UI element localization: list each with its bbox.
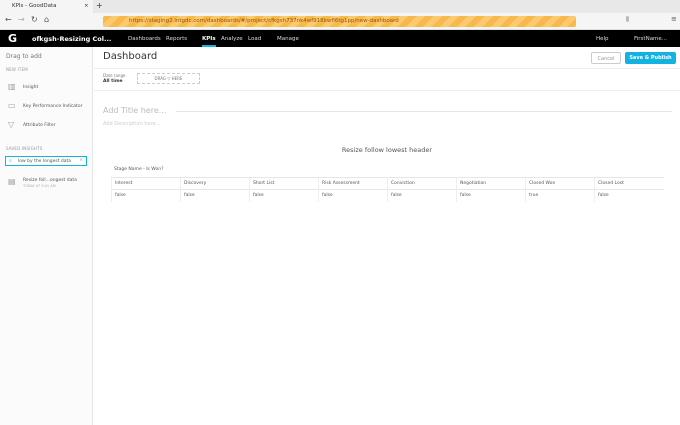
sidebar-item-insight[interactable]: Insight bbox=[23, 85, 38, 90]
url-input[interactable]: https://staging2.intgdc.com/dashboards/#… bbox=[103, 16, 576, 27]
home-icon[interactable]: ⌂ bbox=[44, 15, 49, 24]
browser-tab[interactable]: KPIs - GoodData × bbox=[0, 0, 93, 13]
column-header[interactable]: Closed Lost bbox=[594, 177, 664, 190]
reload-icon[interactable]: ↻ bbox=[31, 15, 38, 24]
table-cell: false bbox=[387, 189, 457, 202]
date-range-filter[interactable]: All time bbox=[103, 79, 123, 84]
column-header[interactable]: Discovery bbox=[180, 177, 250, 190]
gooddata-logo-icon[interactable]: G bbox=[8, 32, 17, 45]
description-input[interactable]: Add Description here... bbox=[103, 121, 160, 127]
nav-kpis[interactable]: KPIs bbox=[202, 36, 216, 47]
column-header[interactable]: Risk Assessment bbox=[318, 177, 388, 190]
sidebar-item-attribute-filter[interactable]: Attribute Filter bbox=[23, 123, 55, 128]
sidebar-title: Drag to add bbox=[6, 53, 42, 60]
nav-reports[interactable]: Reports bbox=[166, 36, 187, 42]
title-input[interactable]: Add Title here... bbox=[103, 106, 166, 115]
column-header[interactable]: Interest bbox=[111, 177, 181, 190]
table-cell: false bbox=[111, 189, 181, 202]
new-tab-icon[interactable]: + bbox=[96, 1, 103, 10]
project-selector[interactable]: ofkgsh-Resizing Col... bbox=[32, 35, 111, 43]
cancel-button[interactable]: Cancel bbox=[591, 52, 621, 64]
filter-drop-zone[interactable]: DRAG ▽ HERE bbox=[137, 73, 200, 84]
filter-icon: ▽ bbox=[8, 120, 15, 129]
column-header[interactable]: Closed Won bbox=[525, 177, 595, 190]
app-header: G ofkgsh-Resizing Col... Dashboards Repo… bbox=[0, 30, 680, 47]
nav-manage[interactable]: Manage bbox=[277, 36, 299, 42]
widget-title: Resize follow lowest header bbox=[341, 146, 433, 154]
user-menu[interactable]: FirstName... bbox=[634, 36, 667, 42]
sidebar-item-kpi[interactable]: Key Performance Indicator bbox=[23, 104, 82, 109]
header-row: Interest Discovery Short List Risk Assessme… bbox=[111, 177, 664, 190]
sidebar: Drag to add NEW ITEM ▥ Insight ▭ Key Per… bbox=[0, 47, 93, 425]
library-icon[interactable]: ⫼ bbox=[626, 16, 629, 24]
table-insight-icon: ▤ bbox=[8, 177, 16, 186]
attribute-label: Stage Name - Is Won? bbox=[114, 167, 164, 172]
insight-icon: ▥ bbox=[8, 82, 16, 91]
new-item-heading: NEW ITEM bbox=[6, 67, 28, 72]
nav-dashboards[interactable]: Dashboards bbox=[128, 36, 161, 42]
title-divider bbox=[176, 111, 672, 112]
clear-search-icon[interactable]: × bbox=[79, 158, 83, 163]
menu-icon[interactable]: ≡ bbox=[671, 15, 677, 23]
saved-insights-heading: SAVED INSIGHTS bbox=[6, 146, 43, 151]
table-cell: false bbox=[318, 189, 388, 202]
save-publish-button[interactable]: Save & Publish bbox=[625, 52, 676, 64]
saved-insight-item[interactable]: Resize foll...ongest data bbox=[23, 178, 77, 183]
table-cell: false bbox=[180, 189, 250, 202]
close-tab-icon[interactable]: × bbox=[84, 3, 89, 9]
table-cell: false bbox=[594, 189, 664, 202]
saved-insight-date: TODAY AT 3:41 AM bbox=[23, 184, 56, 188]
nav-analyze[interactable]: Analyze bbox=[221, 36, 243, 42]
table-cell: false bbox=[249, 189, 319, 202]
column-header[interactable]: Negotiation bbox=[456, 177, 526, 190]
page-title: Dashboard bbox=[103, 51, 158, 62]
pivot-table: Interest Discovery Short List Risk Assessme… bbox=[111, 177, 664, 202]
date-range-label: Date range bbox=[103, 73, 126, 78]
table-cell: false bbox=[456, 189, 526, 202]
help-link[interactable]: Help bbox=[596, 36, 609, 42]
kpi-icon: ▭ bbox=[8, 101, 16, 110]
forward-icon[interactable]: → bbox=[18, 15, 25, 24]
insight-search-input[interactable]: ⌕ low by the longest data × bbox=[5, 156, 87, 166]
table-cell: true bbox=[525, 189, 595, 202]
column-header[interactable]: Conviction bbox=[387, 177, 457, 190]
column-header[interactable]: Short List bbox=[249, 177, 319, 190]
search-icon: ⌕ bbox=[9, 158, 12, 164]
nav-load[interactable]: Load bbox=[248, 36, 261, 42]
table-row: false false false false false false true false bbox=[111, 189, 664, 202]
back-icon[interactable]: ← bbox=[5, 15, 12, 24]
